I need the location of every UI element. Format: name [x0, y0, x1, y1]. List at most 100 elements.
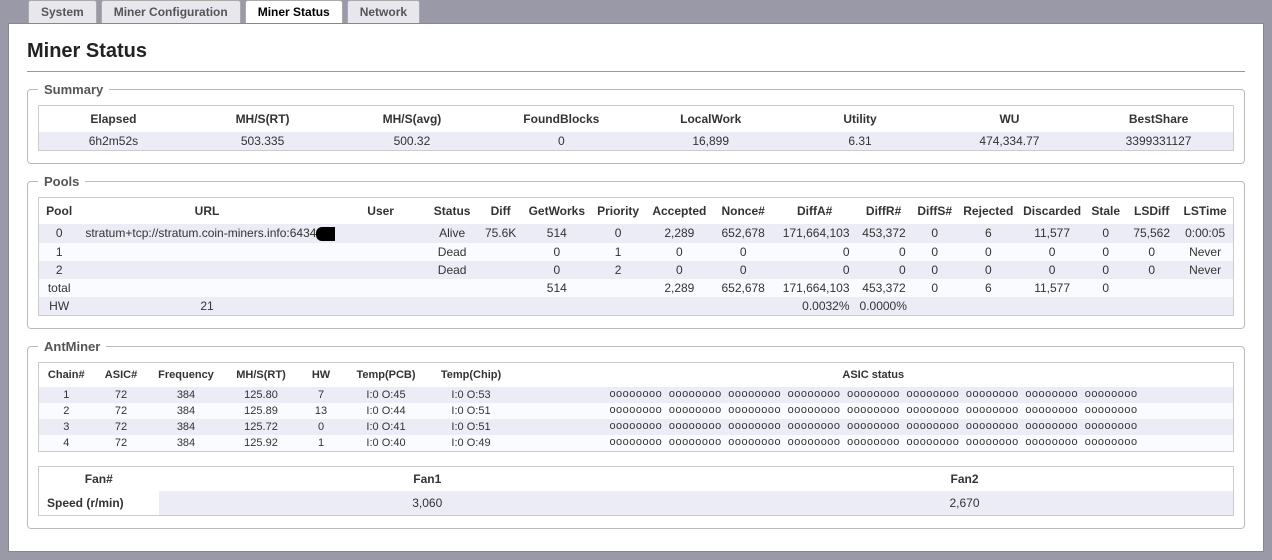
pool-diffr: 453,372 — [856, 224, 912, 243]
temp-pcb: I:0 O:45 — [344, 387, 429, 403]
pool-url — [79, 243, 334, 261]
antminer-row: 272384125.8913I:0 O:44I:0 O:51oooooooo o… — [39, 403, 1234, 419]
hw-pct-a: 0.0032% — [774, 297, 856, 316]
pool-stale: 0 — [1085, 261, 1126, 279]
temp-pcb: I:0 O:40 — [344, 435, 429, 452]
pool-status: Dead — [427, 261, 478, 279]
pool-accepted: 0 — [646, 243, 712, 261]
chain-mhs: 125.72 — [224, 419, 299, 435]
antminer-header-freq: Frequency — [149, 362, 224, 387]
pool-status: Alive — [427, 224, 478, 243]
summary-elapsed: 6h2m52s — [39, 132, 188, 151]
pool-hw-row: HW21 0.0032%0.0000% — [39, 297, 1234, 316]
temp-pcb: I:0 O:41 — [344, 419, 429, 435]
antminer-table: Chain# ASIC# Frequency MH/S(RT) HW Temp(… — [38, 362, 1234, 452]
frequency: 384 — [149, 435, 224, 452]
chain-mhs: 125.80 — [224, 387, 299, 403]
asic-status: oooooooo oooooooo oooooooo oooooooo oooo… — [514, 419, 1234, 435]
antminer-row: 472384125.921I:0 O:40I:0 O:49oooooooo oo… — [39, 435, 1234, 452]
pool-rejected: 0 — [958, 261, 1019, 279]
hw-label: HW — [39, 297, 80, 316]
frequency: 384 — [149, 419, 224, 435]
pools-header-pool: Pool — [39, 198, 80, 225]
pools-header-discarded: Discarded — [1019, 198, 1085, 225]
pool-diffs: 0 — [912, 224, 958, 243]
pool-row: 0stratum+tcp://stratum.coin-miners.info:… — [39, 224, 1234, 243]
tab-system[interactable]: System — [28, 0, 97, 23]
fans-header-fanno: Fan# — [39, 466, 159, 491]
antminer-header-mhs: MH/S(RT) — [224, 362, 299, 387]
summary-found: 0 — [487, 132, 636, 151]
temp-chip: I:0 O:51 — [429, 403, 514, 419]
summary-header-bestshare: BestShare — [1084, 106, 1233, 133]
frequency: 384 — [149, 403, 224, 419]
pool-diffr: 0 — [856, 243, 912, 261]
pools-header-rejected: Rejected — [958, 198, 1019, 225]
pool-stale: 0 — [1085, 224, 1126, 243]
pool-diff — [478, 261, 524, 279]
tab-network[interactable]: Network — [347, 0, 420, 23]
fan1-speed: 3,060 — [159, 491, 697, 516]
pools-header-user: User — [335, 198, 427, 225]
pools-legend: Pools — [38, 174, 85, 189]
pool-priority: 1 — [590, 243, 646, 261]
pools-section: Pools Pool URL User Status Diff GetWorks… — [27, 174, 1245, 329]
antminer-legend: AntMiner — [38, 339, 106, 354]
chain-no: 4 — [39, 435, 94, 452]
pool-discarded: 0 — [1019, 261, 1085, 279]
divider — [27, 71, 1245, 72]
pools-header-url: URL — [79, 198, 334, 225]
chain-hw: 0 — [299, 419, 344, 435]
pool-diffs: 0 — [912, 243, 958, 261]
pool-lsdiff: 75,562 — [1126, 224, 1177, 243]
pool-total-row: total5142,289652,678171,664,103453,37206… — [39, 279, 1234, 297]
antminer-row: 172384125.807I:0 O:45I:0 O:53oooooooo oo… — [39, 387, 1234, 403]
summary-header-elapsed: Elapsed — [39, 106, 188, 133]
summary-mhsavg: 500.32 — [337, 132, 486, 151]
chain-mhs: 125.89 — [224, 403, 299, 419]
asic-count: 72 — [94, 435, 149, 452]
tab-miner-status[interactable]: Miner Status — [245, 0, 343, 23]
pool-lstime: Never — [1177, 261, 1233, 279]
pools-header-diffr: DiffR# — [856, 198, 912, 225]
page-title: Miner Status — [27, 40, 1245, 63]
antminer-header-asicstatus: ASIC status — [514, 362, 1234, 387]
chain-no: 3 — [39, 419, 94, 435]
pool-row: 1Dead01000000000Never — [39, 243, 1234, 261]
pool-priority: 0 — [590, 224, 646, 243]
asic-count: 72 — [94, 403, 149, 419]
antminer-header-asic: ASIC# — [94, 362, 149, 387]
summary-utility: 6.31 — [785, 132, 934, 151]
pool-nonce: 652,678 — [713, 224, 774, 243]
pool-diffs: 0 — [912, 261, 958, 279]
fans-speed-label: Speed (r/min) — [39, 491, 159, 516]
pool-getworks: 0 — [524, 261, 590, 279]
pool-index: 2 — [39, 261, 80, 279]
pools-header-diff: Diff — [478, 198, 524, 225]
pools-header-lstime: LSTime — [1177, 198, 1233, 225]
pool-priority: 2 — [590, 261, 646, 279]
antminer-header-hw: HW — [299, 362, 344, 387]
pools-header-accepted: Accepted — [646, 198, 712, 225]
fans-header-fan1: Fan1 — [159, 466, 697, 491]
pools-header-nonce: Nonce# — [713, 198, 774, 225]
temp-chip: I:0 O:49 — [429, 435, 514, 452]
tab-miner-config[interactable]: Miner Configuration — [101, 0, 241, 23]
hw-pct-b: 0.0000% — [856, 297, 912, 316]
summary-header-utility: Utility — [785, 106, 934, 133]
fans-table: Fan# Fan1 Fan2 Speed (r/min) 3,060 2,670 — [38, 466, 1234, 516]
chain-hw: 7 — [299, 387, 344, 403]
frequency: 384 — [149, 387, 224, 403]
asic-count: 72 — [94, 387, 149, 403]
chain-mhs: 125.92 — [224, 435, 299, 452]
pools-header-stale: Stale — [1085, 198, 1126, 225]
pool-index: 1 — [39, 243, 80, 261]
hw-value: 21 — [79, 297, 334, 316]
total-label: total — [39, 279, 80, 297]
temp-chip: I:0 O:51 — [429, 419, 514, 435]
pool-index: 0 — [39, 224, 80, 243]
pool-diff: 75.6K — [478, 224, 524, 243]
summary-mhsrt: 503.335 — [188, 132, 337, 151]
antminer-section: AntMiner Chain# ASIC# Frequency MH/S(RT)… — [27, 339, 1245, 529]
pool-nonce: 0 — [713, 243, 774, 261]
